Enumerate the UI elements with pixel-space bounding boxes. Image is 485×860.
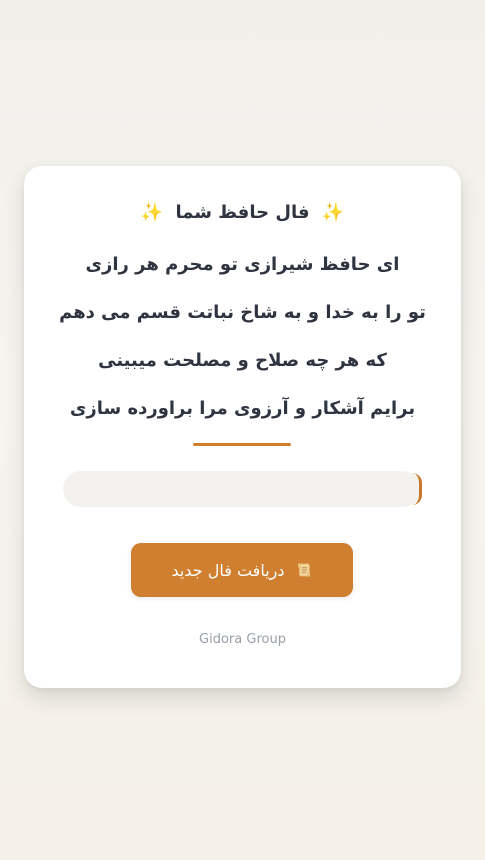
- fortune-title-text: فال حافظ شما: [175, 202, 310, 223]
- fortune-input[interactable]: [63, 471, 422, 507]
- poem-line-1: ای حافظ شیرازی تو محرم هر رازی: [85, 254, 400, 275]
- sparkles-icon: ✨: [321, 202, 345, 223]
- get-new-fortune-button[interactable]: دریافت فال جدید: [131, 543, 353, 597]
- poem-line-2: تو را به خدا و به شاخ نباتت قسم می دهم: [59, 302, 426, 323]
- scroll-icon: [297, 563, 310, 577]
- footer-brand: Gidora Group: [199, 632, 286, 647]
- poem-line-3: که هر چه صلاح و مصلحت میبینی: [98, 350, 387, 371]
- fortune-card: ✨ فال حافظ شما ✨ ای حافظ شیرازی تو محرم …: [24, 166, 461, 688]
- poem-line-4: برایم آشکار و آرزوی مرا براورده سازی: [69, 398, 416, 419]
- sparkles-icon: ✨: [140, 202, 164, 223]
- get-new-fortune-label: دریافت فال جدید: [171, 560, 285, 580]
- fortune-title: ✨ فال حافظ شما ✨: [24, 200, 461, 226]
- accent-divider: [193, 443, 291, 446]
